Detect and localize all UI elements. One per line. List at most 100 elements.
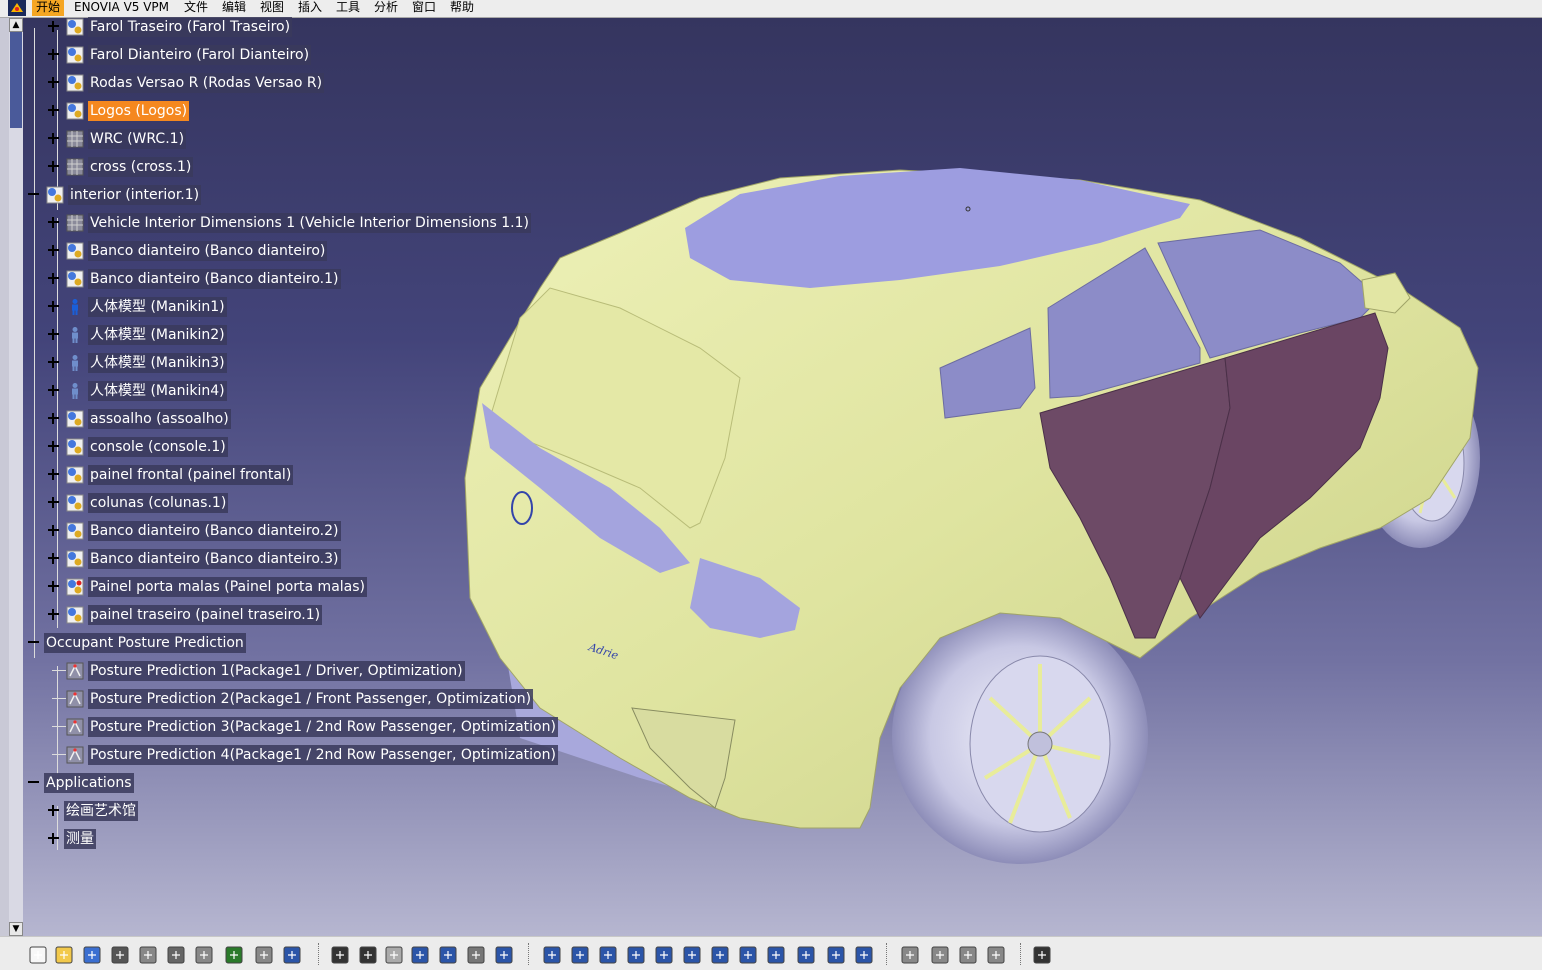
menu-edit[interactable]: 编辑 bbox=[218, 0, 250, 16]
tree-node[interactable]: Posture Prediction 2(Package1 / Front Pa… bbox=[24, 687, 584, 709]
scroll-up-icon[interactable]: ▲ bbox=[9, 18, 23, 32]
catalog-icon[interactable] bbox=[494, 945, 514, 965]
tree-node[interactable]: 人体模型 (Manikin4) bbox=[24, 379, 584, 401]
expand-icon[interactable] bbox=[48, 77, 59, 88]
table-icon[interactable] bbox=[410, 945, 430, 965]
tree-node-label[interactable]: Banco dianteiro (Banco dianteiro.2) bbox=[88, 521, 341, 541]
tree-node[interactable]: 测量 bbox=[24, 827, 584, 849]
expand-icon[interactable] bbox=[48, 133, 59, 144]
tree-node[interactable]: Farol Dianteiro (Farol Dianteiro) bbox=[24, 43, 584, 65]
expand-icon[interactable] bbox=[48, 413, 59, 424]
menu-analyze[interactable]: 分析 bbox=[370, 0, 402, 16]
expand-icon[interactable] bbox=[48, 385, 59, 396]
lock-icon[interactable] bbox=[466, 945, 486, 965]
expand-icon[interactable] bbox=[48, 105, 59, 116]
tree-node-label[interactable]: Farol Traseiro (Farol Traseiro) bbox=[88, 17, 293, 37]
expand-icon[interactable] bbox=[48, 161, 59, 172]
menu-enovia[interactable]: ENOVIA V5 VPM bbox=[70, 0, 173, 16]
expand-icon[interactable] bbox=[48, 469, 59, 480]
tree-node[interactable]: Applications bbox=[24, 771, 584, 793]
tree-node-label[interactable]: Banco dianteiro (Banco dianteiro.1) bbox=[88, 269, 341, 289]
expand-icon[interactable] bbox=[48, 609, 59, 620]
tree-node-label[interactable]: painel frontal (painel frontal) bbox=[88, 465, 294, 485]
tree-node[interactable]: assoalho (assoalho) bbox=[24, 407, 584, 429]
iso-view-icon[interactable] bbox=[766, 945, 786, 965]
tree-node-label[interactable]: Farol Dianteiro (Farol Dianteiro) bbox=[88, 45, 312, 65]
hide-show-icon[interactable] bbox=[826, 945, 846, 965]
expand-icon[interactable] bbox=[48, 581, 59, 592]
tree-node[interactable]: Posture Prediction 4(Package1 / 2nd Row … bbox=[24, 743, 584, 765]
redo-icon[interactable] bbox=[254, 945, 274, 965]
normal-view-icon[interactable] bbox=[710, 945, 730, 965]
tree-node[interactable]: painel frontal (painel frontal) bbox=[24, 463, 584, 485]
tree-node[interactable]: interior (interior.1) bbox=[24, 183, 584, 205]
copy-icon[interactable] bbox=[166, 945, 186, 965]
catia-logo-icon[interactable] bbox=[8, 0, 26, 16]
expand-icon[interactable] bbox=[48, 273, 59, 284]
tree-node[interactable]: 绘画艺术馆 bbox=[24, 799, 584, 821]
fit-all-icon[interactable] bbox=[570, 945, 590, 965]
tree-node[interactable]: console (console.1) bbox=[24, 435, 584, 457]
expand-icon[interactable] bbox=[48, 329, 59, 340]
menu-insert[interactable]: 插入 bbox=[294, 0, 326, 16]
tree-node[interactable]: Banco dianteiro (Banco dianteiro.2) bbox=[24, 519, 584, 541]
expand-icon[interactable] bbox=[48, 525, 59, 536]
expand-icon[interactable] bbox=[48, 497, 59, 508]
collapse-icon[interactable] bbox=[28, 189, 39, 200]
clash-icon[interactable] bbox=[986, 945, 1006, 965]
zoom-in-icon[interactable] bbox=[654, 945, 674, 965]
tree-expand-icon[interactable] bbox=[438, 945, 458, 965]
save-icon[interactable] bbox=[82, 945, 102, 965]
new-icon[interactable] bbox=[28, 945, 48, 965]
tree-node-label[interactable]: Posture Prediction 2(Package1 / Front Pa… bbox=[88, 689, 534, 709]
tree-node[interactable]: Vehicle Interior Dimensions 1 (Vehicle I… bbox=[24, 211, 584, 233]
expand-icon[interactable] bbox=[48, 553, 59, 564]
tree-node-label[interactable]: Logos (Logos) bbox=[88, 101, 190, 121]
tree-node[interactable]: Banco dianteiro (Banco dianteiro) bbox=[24, 239, 584, 261]
shading-icon[interactable] bbox=[796, 945, 816, 965]
menu-start[interactable]: 开始 bbox=[32, 0, 65, 16]
tree-node-label[interactable]: Posture Prediction 1(Package1 / Driver, … bbox=[88, 661, 465, 681]
tree-node-label[interactable]: 绘画艺术馆 bbox=[64, 801, 138, 821]
tree-node[interactable]: 人体模型 (Manikin2) bbox=[24, 323, 584, 345]
capture-icon[interactable] bbox=[1032, 945, 1052, 965]
tree-node[interactable]: 人体模型 (Manikin1) bbox=[24, 295, 584, 317]
menu-file[interactable]: 文件 bbox=[180, 0, 212, 16]
tree-node[interactable]: Farol Traseiro (Farol Traseiro) bbox=[24, 15, 584, 37]
whats-this-icon[interactable] bbox=[282, 945, 302, 965]
formula-icon[interactable] bbox=[330, 945, 350, 965]
expand-icon[interactable] bbox=[48, 245, 59, 256]
tree-scrollbar[interactable]: ▲ ▼ bbox=[9, 18, 23, 936]
tree-node[interactable]: 人体模型 (Manikin3) bbox=[24, 351, 584, 373]
tree-node[interactable]: Rodas Versao R (Rodas Versao R) bbox=[24, 71, 584, 93]
tree-node-label[interactable]: Vehicle Interior Dimensions 1 (Vehicle I… bbox=[88, 213, 531, 233]
tree-node-label[interactable]: Banco dianteiro (Banco dianteiro) bbox=[88, 241, 328, 261]
tree-node[interactable]: Painel porta malas (Painel porta malas) bbox=[24, 575, 584, 597]
tree-node[interactable]: Posture Prediction 1(Package1 / Driver, … bbox=[24, 659, 584, 681]
expand-icon[interactable] bbox=[48, 357, 59, 368]
tree-node[interactable]: Logos (Logos) bbox=[24, 99, 584, 121]
collapse-icon[interactable] bbox=[28, 637, 39, 648]
snap-icon[interactable] bbox=[930, 945, 950, 965]
light-icon[interactable] bbox=[384, 945, 404, 965]
tree-node[interactable]: Posture Prediction 3(Package1 / 2nd Row … bbox=[24, 715, 584, 737]
tree-node[interactable]: Banco dianteiro (Banco dianteiro.1) bbox=[24, 267, 584, 289]
open-icon[interactable] bbox=[54, 945, 74, 965]
tree-node[interactable]: WRC (WRC.1) bbox=[24, 127, 584, 149]
tree-node-label[interactable]: assoalho (assoalho) bbox=[88, 409, 231, 429]
cut-icon[interactable] bbox=[138, 945, 158, 965]
tree-node-label[interactable]: Posture Prediction 3(Package1 / 2nd Row … bbox=[88, 717, 558, 737]
tree-node[interactable]: painel traseiro (painel traseiro.1) bbox=[24, 603, 584, 625]
swap-space-icon[interactable] bbox=[854, 945, 874, 965]
expand-icon[interactable] bbox=[48, 805, 59, 816]
tree-node-label[interactable]: 人体模型 (Manikin4) bbox=[88, 381, 227, 401]
collapse-icon[interactable] bbox=[28, 777, 39, 788]
tree-node-label[interactable]: 人体模型 (Manikin3) bbox=[88, 353, 227, 373]
expand-icon[interactable] bbox=[48, 441, 59, 452]
tree-node-label[interactable]: interior (interior.1) bbox=[68, 185, 202, 205]
rotate-icon[interactable] bbox=[626, 945, 646, 965]
fly-mode-icon[interactable] bbox=[542, 945, 562, 965]
tree-node-label[interactable]: colunas (colunas.1) bbox=[88, 493, 229, 513]
explode-icon[interactable] bbox=[958, 945, 978, 965]
comment-icon[interactable] bbox=[358, 945, 378, 965]
